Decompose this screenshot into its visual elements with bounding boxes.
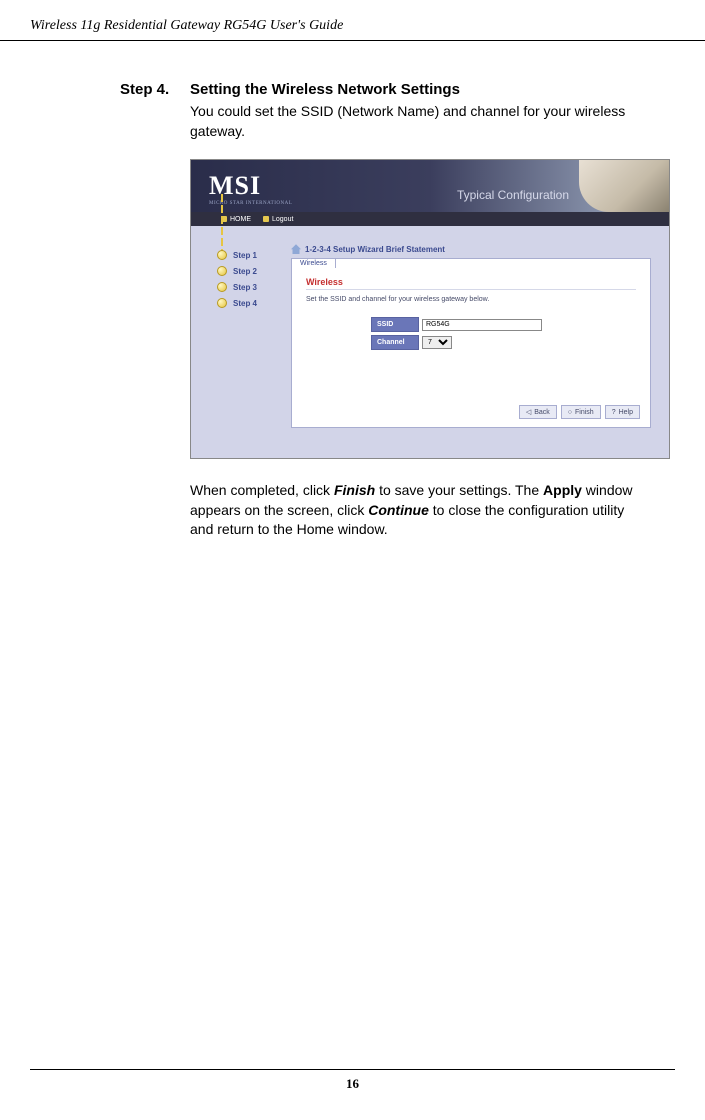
back-icon: ◁ [526, 408, 531, 416]
channel-label: Channel [371, 335, 419, 350]
ssid-row: SSID [371, 317, 571, 332]
nav-home-label: HOME [230, 216, 251, 223]
ss-body: Step 1 Step 2 Step 3 Step 4 1-2-3-4 Setu… [191, 226, 669, 458]
ss-sidebar: Step 1 Step 2 Step 3 Step 4 [191, 226, 291, 458]
sidebar-step-1[interactable]: Step 1 [217, 250, 291, 260]
step-number: Step 4. [120, 81, 190, 98]
ssid-input[interactable] [422, 319, 542, 331]
header-photo [579, 160, 669, 212]
finish-label: Finish [575, 409, 594, 416]
ss-navbar: HOME Logout [191, 212, 669, 226]
nav-logout[interactable]: Logout [263, 216, 293, 223]
post-text-1a: When completed, click [190, 482, 334, 498]
post-screenshot-text: When completed, click Finish to save you… [190, 481, 645, 540]
finish-button[interactable]: ○Finish [561, 405, 601, 419]
step-heading: Step 4. Setting the Wireless Network Set… [120, 81, 645, 98]
finish-icon: ○ [568, 409, 572, 416]
step-body: You could set the SSID (Network Name) an… [190, 102, 645, 141]
ss-panel: Wireless Wireless Set the SSID and chann… [291, 258, 651, 428]
section-desc: Set the SSID and channel for your wirele… [306, 296, 636, 303]
sidebar-step-4-label: Step 4 [233, 299, 257, 308]
house-icon [291, 244, 301, 254]
nav-logout-label: Logout [272, 216, 293, 223]
sidebar-step-4[interactable]: Step 4 [217, 298, 291, 308]
step-dot-icon [217, 282, 227, 292]
help-icon: ? [612, 409, 616, 416]
page-footer: 16 [0, 1069, 705, 1092]
sidebar-step-3-label: Step 3 [233, 283, 257, 292]
content-area: Step 4. Setting the Wireless Network Set… [0, 81, 705, 540]
step-title: Setting the Wireless Network Settings [190, 81, 460, 98]
tab-wireless[interactable]: Wireless [291, 258, 336, 268]
channel-row: Channel 7 [371, 335, 571, 350]
back-label: Back [534, 409, 550, 416]
continue-emphasis: Continue [368, 502, 429, 518]
typical-config-label: Typical Configuration [457, 188, 569, 202]
page-number: 16 [346, 1076, 359, 1091]
ssid-label: SSID [371, 317, 419, 332]
back-button[interactable]: ◁Back [519, 405, 557, 419]
nav-home[interactable]: HOME [221, 216, 251, 223]
logout-icon [263, 216, 269, 222]
help-button[interactable]: ?Help [605, 405, 640, 419]
ss-breadcrumb: 1-2-3-4 Setup Wizard Brief Statement [291, 244, 651, 254]
sidebar-step-1-label: Step 1 [233, 251, 257, 260]
panel-inner: Wireless Set the SSID and channel for yo… [292, 259, 650, 371]
step-dot-icon [217, 298, 227, 308]
ssid-field-wrap [419, 317, 571, 332]
section-title: Wireless [306, 277, 636, 290]
step-dot-icon [217, 250, 227, 260]
post-text-1b: to save your settings. The [375, 482, 543, 498]
ss-header: MSI MICRO STAR INTERNATIONAL Typical Con… [191, 160, 669, 212]
sidebar-step-2-label: Step 2 [233, 267, 257, 276]
sidebar-step-2[interactable]: Step 2 [217, 266, 291, 276]
step-connector [221, 194, 223, 252]
help-label: Help [619, 409, 633, 416]
page-header: Wireless 11g Residential Gateway RG54G U… [0, 0, 705, 41]
breadcrumb-text: 1-2-3-4 Setup Wizard Brief Statement [305, 245, 445, 254]
ss-main: 1-2-3-4 Setup Wizard Brief Statement Wir… [291, 226, 669, 458]
channel-field-wrap: 7 [419, 335, 571, 350]
step-dot-icon [217, 266, 227, 276]
footer-line [30, 1069, 675, 1070]
button-row: ◁Back ○Finish ?Help [519, 405, 640, 419]
apply-emphasis: Apply [543, 482, 582, 498]
channel-select[interactable]: 7 [422, 336, 452, 349]
finish-emphasis: Finish [334, 482, 375, 498]
form-table: SSID Channel 7 [371, 317, 571, 350]
msi-logo: MSI [209, 171, 261, 201]
embedded-screenshot: MSI MICRO STAR INTERNATIONAL Typical Con… [190, 159, 670, 459]
sidebar-step-3[interactable]: Step 3 [217, 282, 291, 292]
